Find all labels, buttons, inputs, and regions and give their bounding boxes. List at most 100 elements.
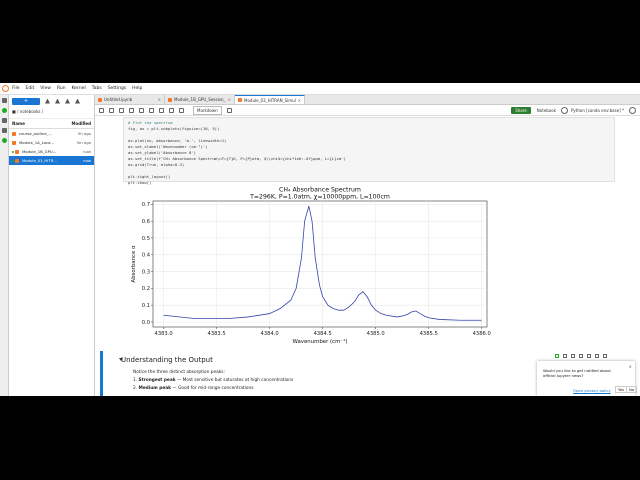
- notebook-toolbar: Markdown Share Notebook Python [conda en…: [95, 105, 640, 116]
- close-tab-icon[interactable]: ×: [228, 97, 231, 102]
- x-axis-label: Wavenumber (cm⁻¹): [293, 338, 348, 345]
- notebook-file-icon: [15, 149, 19, 154]
- folder-icon[interactable]: [1, 98, 7, 103]
- code-line: ax.plot(nu, absorbance, 'b-', linewidth=…: [128, 138, 227, 143]
- menu-run[interactable]: Run: [57, 86, 66, 91]
- git-icon[interactable]: [1, 138, 7, 143]
- y-tick-label: 0.7: [142, 202, 150, 208]
- code-line: ax.grid(True, alpha=0.3): [128, 162, 185, 167]
- left-activity-bar: [0, 95, 9, 396]
- extensions-icon[interactable]: [1, 128, 7, 133]
- menu-tabs[interactable]: Tabs: [92, 86, 102, 91]
- y-tick-label: 0.4: [142, 253, 151, 259]
- chart-title: CH₄ Absorbance Spectrum: [279, 187, 361, 194]
- breadcrumb[interactable]: ■ / notebooks /: [9, 107, 94, 119]
- file-row[interactable]: Module_1A_Loca... 5m ago: [9, 138, 94, 147]
- notebook-tab-icon: [98, 97, 102, 102]
- no-button[interactable]: No: [626, 386, 638, 393]
- chart-subtitle: T=296K, P=1.0atm, χ=10000ppm, L=100cm: [249, 194, 390, 201]
- file-modified: now: [83, 158, 91, 163]
- list-number: 2.: [133, 386, 138, 391]
- close-tab-icon[interactable]: ×: [158, 97, 161, 102]
- git-diff-icon[interactable]: [226, 107, 232, 113]
- list-item-bold: Medium peak: [138, 386, 172, 391]
- x-tick-label: 4385.5: [420, 331, 438, 337]
- cut-icon[interactable]: [119, 107, 124, 113]
- kernel-status-icon: [629, 106, 636, 114]
- column-modified-header[interactable]: Modified: [71, 121, 91, 126]
- running-kernels-icon[interactable]: [1, 108, 7, 113]
- y-tick-label: 0.5: [142, 236, 150, 242]
- run-icon[interactable]: [149, 107, 154, 113]
- plot-area: [152, 200, 488, 328]
- cell-output-plot: 4383.0 4383.5 4384.0 4384.5 4385.0 4385.5 4386…: [123, 185, 503, 350]
- run-cell-icon[interactable]: [555, 354, 559, 358]
- git-clone-icon[interactable]: [75, 98, 80, 104]
- save-icon[interactable]: [99, 107, 104, 113]
- file-modified: 5m ago: [76, 140, 91, 145]
- running-indicator-icon: [12, 150, 14, 153]
- insert-below-icon[interactable]: [595, 354, 599, 358]
- debugger-icon[interactable]: [561, 106, 568, 114]
- code-cell[interactable]: # Plot the spectrum fig, ax = plt.subplo…: [123, 117, 615, 185]
- duplicate-cell-icon[interactable]: [563, 354, 567, 358]
- paste-icon[interactable]: [139, 107, 144, 113]
- running-indicator-icon: [12, 159, 14, 162]
- cell-toolbar: [555, 354, 611, 358]
- move-up-icon[interactable]: [571, 354, 575, 358]
- notification-text: Would you like to get notified about off…: [543, 368, 611, 378]
- file-row[interactable]: course_outline_... 5h ago: [9, 129, 94, 138]
- refresh-icon[interactable]: [65, 98, 70, 104]
- column-name-header[interactable]: Name: [12, 121, 25, 126]
- x-tick-label: 4383.0: [155, 331, 173, 337]
- new-folder-icon[interactable]: [45, 98, 50, 104]
- file-list-header: Name Modified: [9, 119, 94, 129]
- table-of-contents-icon[interactable]: [1, 118, 7, 123]
- file-row-selected[interactable]: Module_03_HITR... now: [9, 156, 94, 165]
- new-launcher-button[interactable]: +: [12, 97, 40, 105]
- menu-edit[interactable]: Edit: [26, 86, 35, 91]
- menu-help[interactable]: Help: [132, 86, 142, 91]
- restart-icon[interactable]: [169, 107, 174, 113]
- y-tick-label: 0.2: [142, 286, 150, 292]
- file-name: Module_03_HITR...: [22, 158, 57, 163]
- file-name: course_outline_...: [19, 131, 53, 136]
- code-editor[interactable]: # Plot the spectrum fig, ax = plt.subplo…: [124, 118, 614, 188]
- notebook-mode-label[interactable]: Notebook: [537, 108, 556, 113]
- menu-file[interactable]: File: [12, 86, 20, 91]
- jupyterlab-window: File Edit View Run Kernel Tabs Settings …: [0, 83, 640, 396]
- y-tick-label: 0.3: [142, 269, 150, 275]
- list-item-text: — Most sensitive but saturates at high c…: [175, 378, 294, 383]
- active-cell-indicator: [100, 351, 103, 396]
- copy-icon[interactable]: [129, 107, 134, 113]
- file-row[interactable]: Module_1B_GPU... now: [9, 147, 94, 156]
- tab-module-03[interactable]: Module_03_HITRAN_Simul ×: [235, 95, 305, 104]
- move-down-icon[interactable]: [579, 354, 583, 358]
- stop-icon[interactable]: [159, 107, 164, 113]
- notebook-area: Untitled.ipynb × Module_1B_GPU_Session_ …: [95, 95, 640, 396]
- y-axis-label: Absorbance α: [131, 245, 137, 283]
- tab-untitled[interactable]: Untitled.ipynb ×: [95, 95, 165, 104]
- tab-label: Module_03_HITRAN_Simul: [244, 97, 296, 103]
- tab-module-1b[interactable]: Module_1B_GPU_Session_ ×: [165, 95, 235, 104]
- menu-settings[interactable]: Settings: [108, 86, 126, 91]
- privacy-policy-link[interactable]: Open privacy policy: [573, 388, 611, 393]
- delete-cell-icon[interactable]: [603, 354, 607, 358]
- insert-above-icon[interactable]: [587, 354, 591, 358]
- cell-type-select[interactable]: Markdown: [193, 105, 222, 115]
- x-tick-label: 4383.5: [208, 331, 226, 337]
- menu-view[interactable]: View: [40, 86, 51, 91]
- file-name: Module_1A_Loca...: [19, 140, 55, 145]
- markdown-heading: Understanding the Output: [121, 356, 213, 364]
- kernel-name[interactable]: Python [conda env:base] *: [571, 108, 624, 113]
- code-line: plt.tight_layout(): [128, 174, 171, 179]
- upload-icon[interactable]: [55, 98, 60, 104]
- notebook-file-icon: [15, 158, 19, 163]
- close-tab-icon[interactable]: ×: [298, 98, 301, 103]
- share-button[interactable]: Share: [511, 106, 531, 114]
- close-icon[interactable]: ×: [629, 364, 632, 369]
- fast-forward-icon[interactable]: [179, 107, 184, 113]
- insert-cell-icon[interactable]: [109, 107, 114, 113]
- menu-kernel[interactable]: Kernel: [72, 86, 86, 91]
- code-line: # Plot the spectrum: [128, 120, 173, 125]
